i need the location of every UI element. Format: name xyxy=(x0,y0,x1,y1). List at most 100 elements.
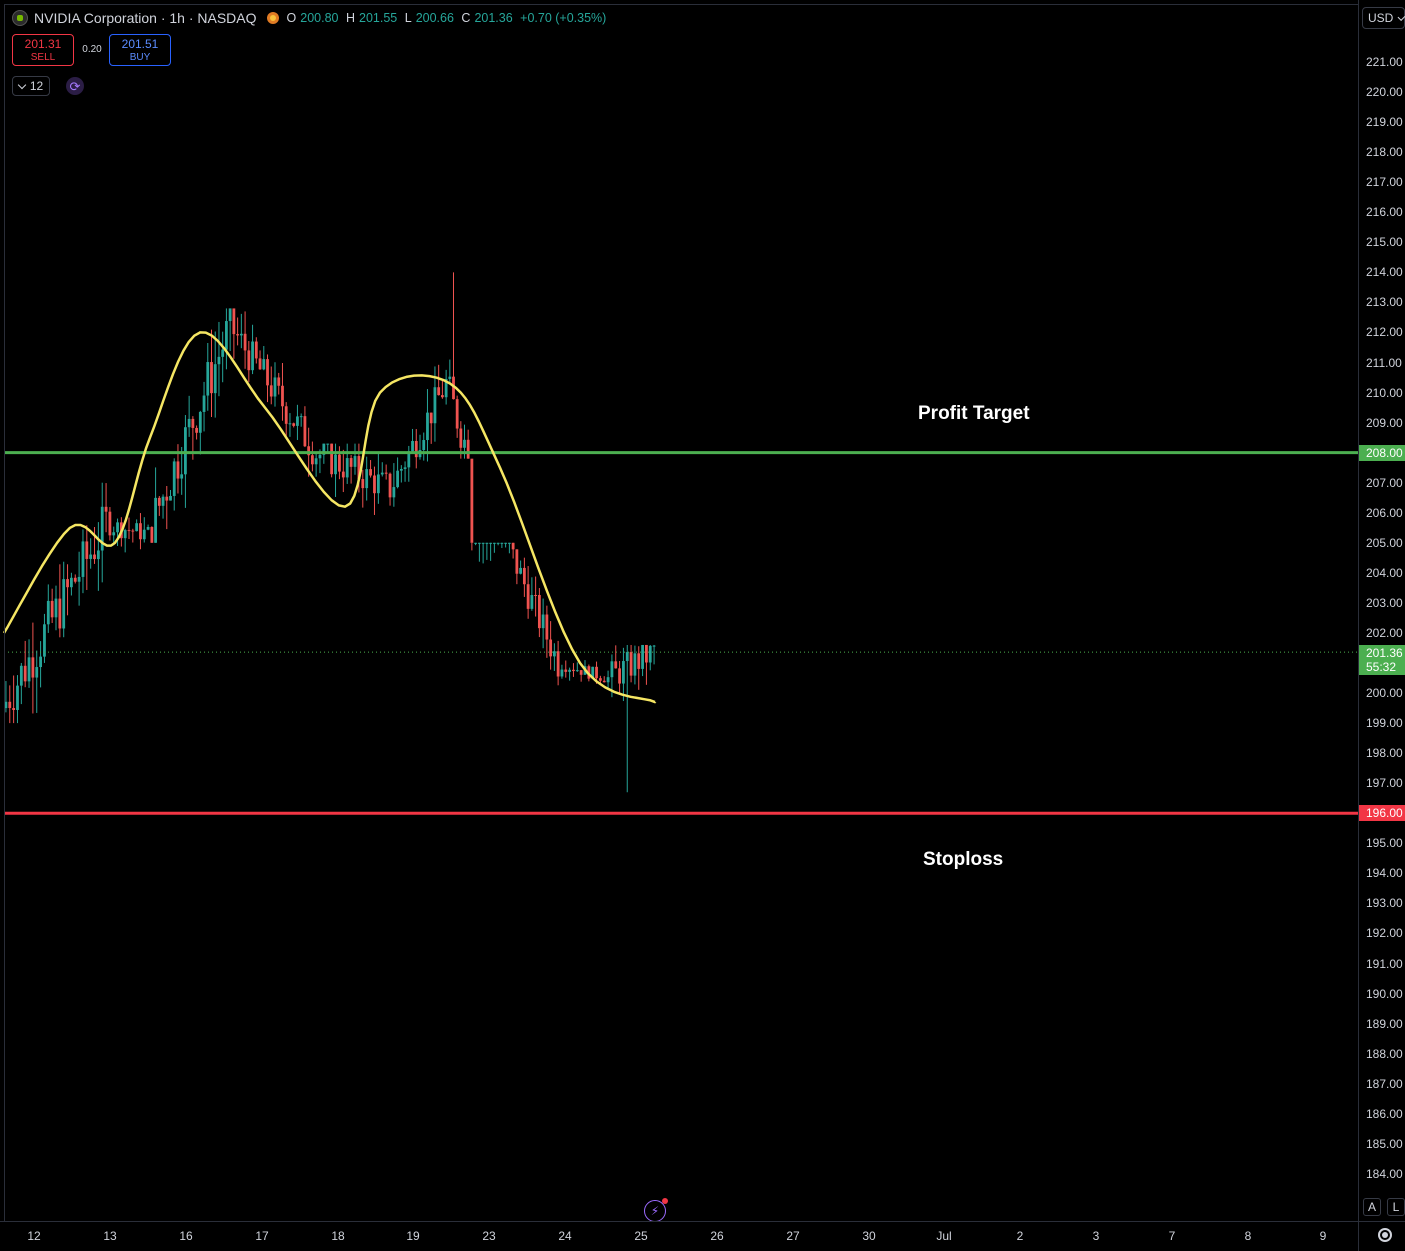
candle-body[interactable] xyxy=(314,458,318,465)
candle-body[interactable] xyxy=(70,577,73,588)
candle-body[interactable] xyxy=(66,579,69,588)
candle-body[interactable] xyxy=(511,542,515,550)
candle-body[interactable] xyxy=(258,358,262,370)
refresh-icon[interactable] xyxy=(66,77,84,95)
candle-body[interactable] xyxy=(58,598,62,629)
candle-body[interactable] xyxy=(441,395,444,398)
candle-body[interactable] xyxy=(172,461,176,496)
candle-body[interactable] xyxy=(326,443,330,445)
candle-body[interactable] xyxy=(602,680,606,683)
candle-body[interactable] xyxy=(625,652,629,662)
candle-body[interactable] xyxy=(373,475,376,494)
candle-body[interactable] xyxy=(191,418,195,428)
candle-body[interactable] xyxy=(8,701,12,709)
candle-body[interactable] xyxy=(23,665,27,682)
candle-body[interactable] xyxy=(232,308,236,335)
candle-body[interactable] xyxy=(206,362,210,396)
candle-body[interactable] xyxy=(610,661,614,678)
candle-body[interactable] xyxy=(365,469,369,489)
market-status-icon[interactable] xyxy=(266,12,279,24)
candle-body[interactable] xyxy=(273,377,277,397)
candle-body[interactable] xyxy=(641,644,644,669)
candle-body[interactable] xyxy=(247,350,251,371)
candle-body[interactable] xyxy=(541,614,545,629)
candle-body[interactable] xyxy=(530,595,534,609)
candle-body[interactable] xyxy=(429,412,433,424)
candle-body[interactable] xyxy=(556,651,560,677)
candle-body[interactable] xyxy=(648,645,652,663)
candle-body[interactable] xyxy=(296,416,299,426)
candle-body[interactable] xyxy=(104,506,108,512)
auto-scale-button[interactable]: A xyxy=(1363,1198,1381,1216)
candle-body[interactable] xyxy=(474,542,478,544)
candle-body[interactable] xyxy=(399,468,403,471)
candle-body[interactable] xyxy=(515,549,519,574)
candle-body[interactable] xyxy=(500,542,504,544)
candle-body[interactable] xyxy=(492,542,496,544)
candle-body[interactable] xyxy=(579,670,583,675)
candle-body[interactable] xyxy=(470,458,474,543)
candle-body[interactable] xyxy=(633,653,637,676)
candle-body[interactable] xyxy=(575,670,579,672)
candle-body[interactable] xyxy=(187,418,191,428)
candle-body[interactable] xyxy=(403,467,407,469)
candle-body[interactable] xyxy=(146,527,150,530)
candle-body[interactable] xyxy=(284,406,288,424)
candle-body[interactable] xyxy=(62,579,66,629)
candle-body[interactable] xyxy=(489,542,493,544)
candle-body[interactable] xyxy=(112,532,116,536)
candle-body[interactable] xyxy=(414,441,418,458)
candle-body[interactable] xyxy=(180,474,184,479)
candle-body[interactable] xyxy=(225,321,228,350)
candle-body[interactable] xyxy=(330,443,334,475)
candle-body[interactable] xyxy=(221,349,225,357)
candle-body[interactable] xyxy=(534,595,538,597)
currency-selector[interactable]: USD xyxy=(1362,7,1405,29)
candle-body[interactable] xyxy=(93,554,96,560)
candle-body[interactable] xyxy=(477,542,481,544)
candle-body[interactable] xyxy=(39,656,42,668)
candle-body[interactable] xyxy=(281,385,284,407)
candle-body[interactable] xyxy=(154,497,157,543)
candle-body[interactable] xyxy=(131,530,135,532)
candle-body[interactable] xyxy=(463,439,466,448)
scroll-to-realtime-icon[interactable] xyxy=(644,1198,668,1222)
symbol-legend[interactable]: NVIDIA Corporation · 1h · NASDAQ O 200.80… xyxy=(12,8,610,28)
candle-body[interactable] xyxy=(228,308,232,322)
candle-body[interactable] xyxy=(157,497,161,506)
candle-body[interactable] xyxy=(522,567,526,585)
candle-body[interactable] xyxy=(135,523,139,532)
candle-body[interactable] xyxy=(251,341,254,371)
candle-body[interactable] xyxy=(629,652,633,676)
candle-body[interactable] xyxy=(568,669,572,672)
candle-body[interactable] xyxy=(572,669,575,672)
candle-body[interactable] xyxy=(459,428,463,448)
time-axis[interactable] xyxy=(0,1221,1358,1251)
candle-body[interactable] xyxy=(637,653,641,669)
candle-body[interactable] xyxy=(31,657,35,678)
candle-body[interactable] xyxy=(369,469,372,476)
candle-body[interactable] xyxy=(288,423,292,425)
candle-body[interactable] xyxy=(384,472,388,474)
candle-body[interactable] xyxy=(564,669,568,672)
buy-button[interactable]: 201.51 BUY xyxy=(109,34,171,66)
candle-body[interactable] xyxy=(552,651,556,657)
candle-body[interactable] xyxy=(50,600,54,618)
candle-body[interactable] xyxy=(507,542,511,544)
sell-button[interactable]: 201.31 SELL xyxy=(12,34,74,66)
candle-body[interactable] xyxy=(466,439,470,459)
candle-body[interactable] xyxy=(341,471,345,478)
candle-body[interactable] xyxy=(73,577,77,582)
candle-body[interactable] xyxy=(16,685,19,710)
candle-body[interactable] xyxy=(236,334,240,336)
candle-body[interactable] xyxy=(213,364,217,394)
candle-body[interactable] xyxy=(433,387,437,424)
candle-body[interactable] xyxy=(361,479,365,489)
candle-body[interactable] xyxy=(338,454,341,472)
candle-body[interactable] xyxy=(318,454,322,459)
candle-body[interactable] xyxy=(202,395,206,412)
candle-body[interactable] xyxy=(388,473,392,498)
candle-body[interactable] xyxy=(116,522,119,533)
candle-body[interactable] xyxy=(254,341,258,359)
candle-body[interactable] xyxy=(77,576,81,582)
